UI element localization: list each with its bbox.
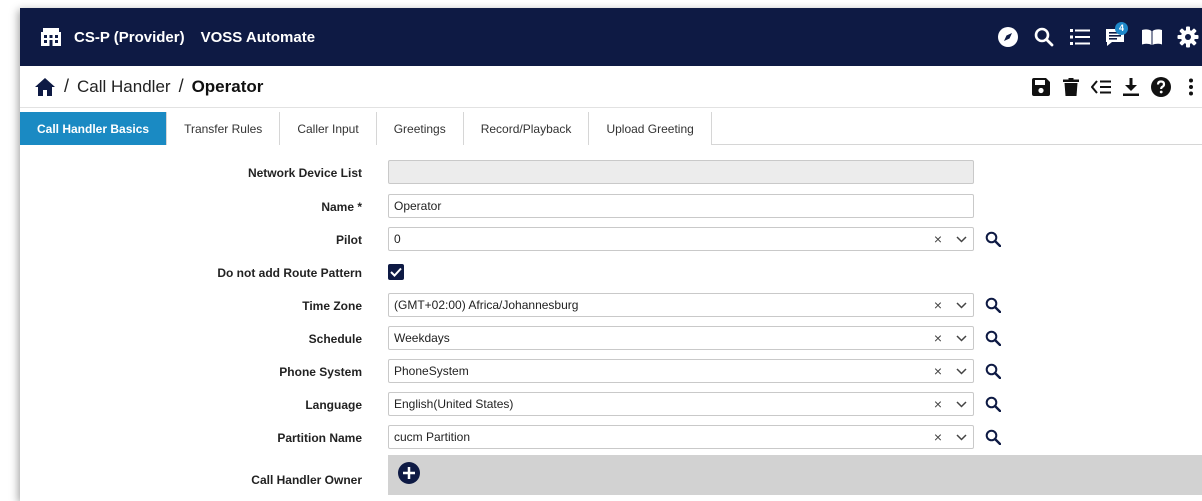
building-icon[interactable]: [40, 26, 62, 48]
form-row-route-pattern: Do not add Route Pattern: [20, 260, 1202, 286]
home-icon[interactable]: [34, 76, 56, 98]
network-device-list-label: Network Device List: [247, 166, 362, 180]
product-title: VOSS Automate: [200, 28, 316, 46]
list-icon[interactable]: [1062, 19, 1098, 55]
chevron-down-icon[interactable]: [949, 433, 973, 441]
schedule-label: Schedule: [308, 332, 362, 346]
breadcrumb-call-handler[interactable]: Call Handler: [77, 77, 171, 97]
phone-system-select[interactable]: PhoneSystem ×: [388, 359, 974, 383]
form-row-name: Name * Operator: [20, 194, 1202, 220]
language-select[interactable]: English(United States) ×: [388, 392, 974, 416]
time-zone-select[interactable]: (GMT+02:00) Africa/Johannesburg ×: [388, 293, 974, 317]
name-input[interactable]: Operator: [388, 194, 974, 218]
page-title: Operator: [191, 76, 264, 96]
notification-badge: 4: [1115, 22, 1128, 35]
breadcrumb-separator: /: [178, 76, 184, 96]
partition-name-label: Partition Name: [277, 431, 362, 445]
clear-icon[interactable]: ×: [927, 396, 949, 412]
partition-name-value: cucm Partition: [394, 430, 471, 444]
search-icon[interactable]: [982, 228, 1004, 250]
network-device-list-field: [388, 160, 974, 184]
tab-transfer-rules[interactable]: Transfer Rules: [167, 112, 281, 145]
chevron-down-icon[interactable]: [949, 367, 973, 375]
chevron-down-icon[interactable]: [949, 301, 973, 309]
route-pattern-label: Do not add Route Pattern: [217, 266, 362, 280]
form-row-owner: Call Handler Owner: [20, 455, 1202, 495]
form-row-time-zone: Time Zone (GMT+02:00) Africa/Johannesbur…: [20, 293, 1202, 319]
phone-system-value: PhoneSystem: [394, 364, 469, 378]
search-icon[interactable]: [982, 426, 1004, 448]
form-row-schedule: Schedule Weekdays ×: [20, 326, 1202, 352]
delete-icon[interactable]: [1056, 72, 1086, 102]
tab-caller-input[interactable]: Caller Input: [280, 112, 377, 145]
form-row-phone-system: Phone System PhoneSystem ×: [20, 359, 1202, 385]
chevron-down-icon[interactable]: [949, 334, 973, 342]
form-row-language: Language English(United States) ×: [20, 392, 1202, 418]
pilot-value: 0: [394, 232, 401, 246]
search-icon[interactable]: [982, 294, 1004, 316]
compass-icon[interactable]: [990, 19, 1026, 55]
pilot-select[interactable]: 0 ×: [388, 227, 974, 251]
tab-call-handler-basics[interactable]: Call Handler Basics: [20, 112, 168, 145]
clear-icon[interactable]: ×: [927, 231, 949, 247]
provider-label[interactable]: CS-P (Provider): [74, 29, 185, 46]
clear-icon[interactable]: ×: [927, 297, 949, 313]
tab-greetings[interactable]: Greetings: [376, 112, 464, 145]
name-label: Name *: [321, 200, 362, 214]
clear-icon[interactable]: ×: [927, 429, 949, 445]
chevron-down-icon[interactable]: [949, 235, 973, 243]
top-bar: CS-P (Provider) VOSS Automate 4: [20, 8, 1202, 66]
book-icon[interactable]: [1134, 19, 1170, 55]
partition-name-select[interactable]: cucm Partition ×: [388, 425, 974, 449]
time-zone-value: (GMT+02:00) Africa/Johannesburg: [394, 298, 579, 312]
download-icon[interactable]: [1116, 72, 1146, 102]
help-icon[interactable]: [1146, 72, 1176, 102]
add-owner-button[interactable]: [398, 462, 420, 484]
plus-icon: [403, 467, 415, 479]
search-icon[interactable]: [982, 327, 1004, 349]
time-zone-label: Time Zone: [302, 299, 362, 313]
name-value: Operator: [394, 199, 442, 213]
tab-upload-greeting[interactable]: Upload Greeting: [589, 112, 712, 145]
app-window: CS-P (Provider) VOSS Automate 4 / Call H…: [20, 8, 1202, 501]
form-row-pilot: Pilot 0 ×: [20, 227, 1202, 253]
owner-list: [388, 455, 1202, 495]
search-icon[interactable]: [1026, 19, 1062, 55]
topbar-icons: 4: [990, 8, 1202, 66]
chat-icon[interactable]: 4: [1098, 19, 1134, 55]
owner-label: Call Handler Owner: [251, 473, 362, 487]
more-vertical-icon[interactable]: [1176, 72, 1202, 102]
pilot-label: Pilot: [336, 233, 362, 247]
clear-icon[interactable]: ×: [927, 330, 949, 346]
route-pattern-checkbox[interactable]: [388, 264, 404, 280]
form-row-partition-name: Partition Name cucm Partition ×: [20, 425, 1202, 451]
breadcrumb: / Call Handler / Operator: [20, 66, 1202, 108]
page-actions: [1026, 66, 1202, 108]
search-icon[interactable]: [982, 360, 1004, 382]
clear-icon[interactable]: ×: [927, 363, 949, 379]
search-icon[interactable]: [982, 393, 1004, 415]
list-collapse-icon[interactable]: [1086, 72, 1116, 102]
window-frame: CS-P (Provider) VOSS Automate 4 / Call H…: [0, 0, 1202, 501]
language-value: English(United States): [394, 397, 514, 411]
language-label: Language: [305, 398, 362, 412]
phone-system-label: Phone System: [279, 365, 362, 379]
tab-record-playback[interactable]: Record/Playback: [463, 112, 590, 145]
schedule-value: Weekdays: [394, 331, 450, 345]
chevron-down-icon[interactable]: [949, 400, 973, 408]
save-icon[interactable]: [1026, 72, 1056, 102]
schedule-select[interactable]: Weekdays ×: [388, 326, 974, 350]
breadcrumb-separator: /: [64, 76, 70, 96]
gear-icon[interactable]: [1170, 19, 1202, 55]
form-row-network-device-list: Network Device List: [20, 160, 1202, 186]
tab-bar: Call Handler Basics Transfer Rules Calle…: [20, 112, 1202, 145]
